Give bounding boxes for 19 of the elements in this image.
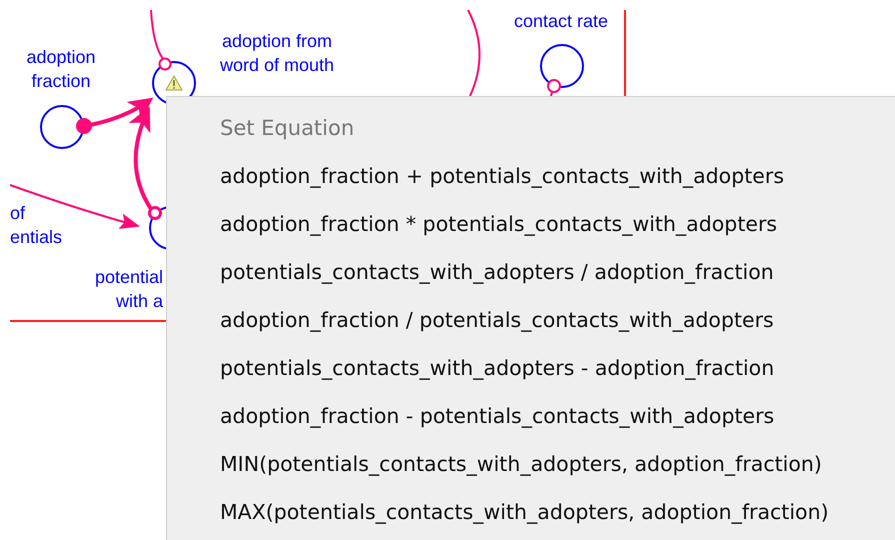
variable-label: adoption from word of mouth — [220, 30, 334, 77]
variable-label: of entials — [10, 202, 62, 249]
menu-item[interactable]: adoption_fraction / potentials_contacts_with_adopters — [220, 305, 774, 335]
menu-item[interactable]: adoption_fraction + potentials_contacts_with_adopters — [220, 161, 784, 191]
menu-item[interactable]: adoption_fraction - potentials_contacts_with_adopters — [220, 401, 774, 431]
menu-item[interactable]: MIN(potentials_contacts_with_adopters, adoption_fraction) — [220, 449, 822, 479]
menu-item[interactable]: potentials_contacts_with_adopters - adoption_fraction — [220, 353, 774, 383]
variable-label: potential with a — [94, 266, 163, 313]
link-arrow — [150, 10, 172, 70]
warning-icon — [165, 75, 183, 90]
link-arrow — [547, 79, 561, 96]
menu-item[interactable]: potentials_contacts_with_adopters / adoption_fraction — [220, 257, 774, 287]
variable-label: contact rate — [514, 10, 608, 33]
variable-label: adoption fraction — [26, 46, 96, 93]
variable-node — [40, 105, 84, 149]
menu-item[interactable]: adoption_fraction * potentials_contacts_with_adopters — [220, 209, 778, 239]
variable-node — [540, 44, 584, 88]
menu-item[interactable]: MAX(potentials_contacts_with_adopters, adoption_fraction) — [220, 497, 829, 527]
menu-title: Set Equation — [220, 115, 356, 142]
